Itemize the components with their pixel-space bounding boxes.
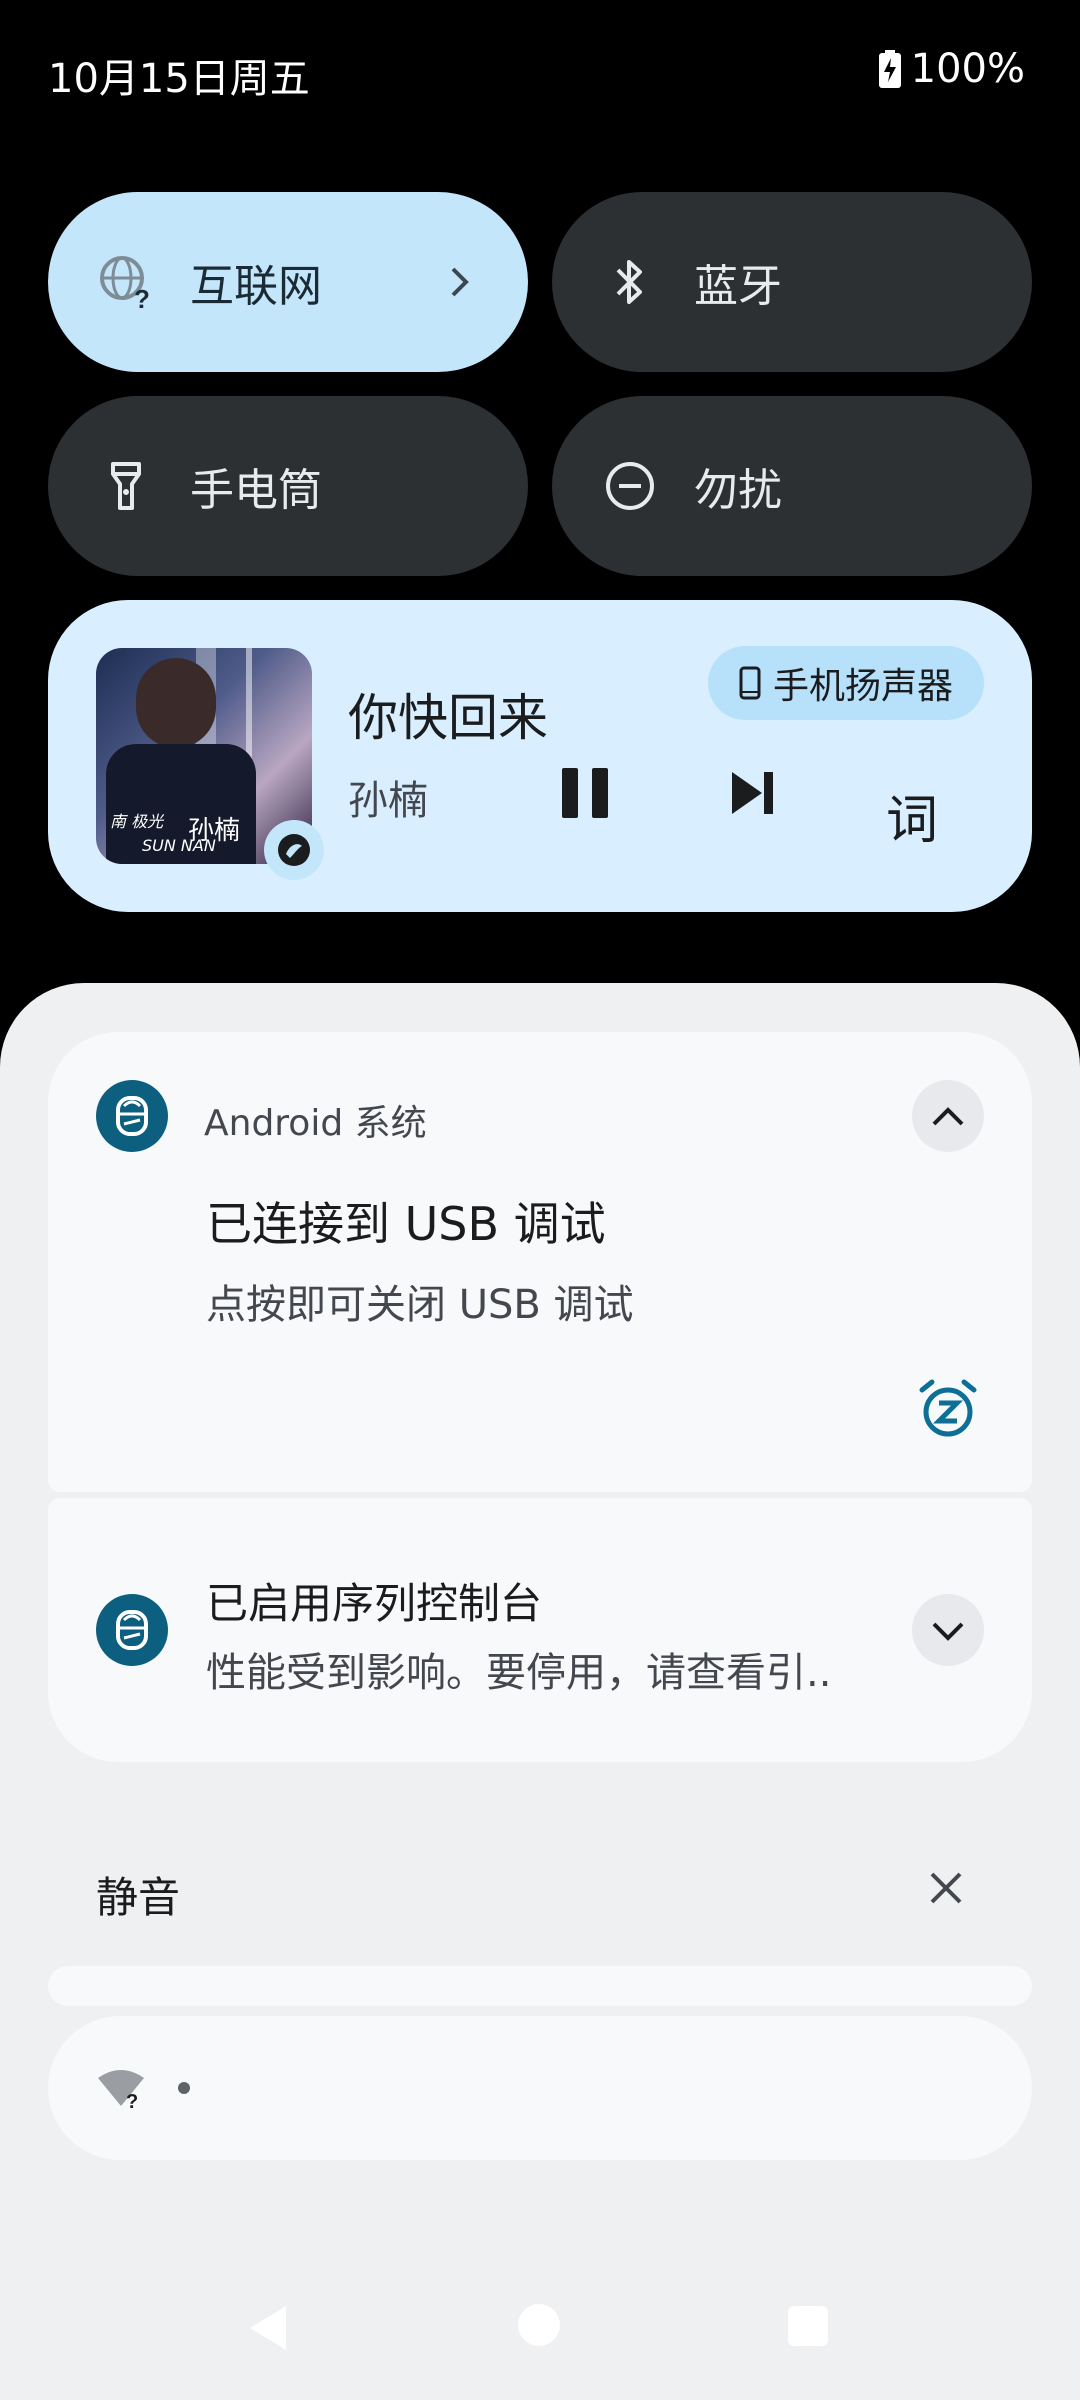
chevron-up-icon [932, 1107, 964, 1126]
wifi-question-icon: ? [98, 2070, 144, 2108]
tile-flashlight[interactable]: 手电筒 [48, 396, 528, 576]
snooze-button[interactable] [916, 1376, 980, 1444]
phone-icon [739, 666, 761, 700]
album-art-text2: SUN NAN [142, 836, 216, 855]
svg-text:?: ? [134, 284, 150, 310]
collapse-button[interactable] [912, 1080, 984, 1152]
notification-app-name: Android 系统 [204, 1103, 427, 1144]
output-device-label: 手机扬声器 [772, 666, 953, 707]
next-track-button[interactable] [718, 758, 788, 832]
notification-body: 点按即可关闭 USB 调试 [206, 1282, 634, 1328]
pause-icon [562, 768, 608, 818]
notification-title: 已启用序列控制台 [206, 1579, 543, 1628]
tile-bluetooth[interactable]: 蓝牙 [552, 192, 1032, 372]
chevron-down-icon [932, 1622, 964, 1641]
chevron-right-icon [451, 267, 469, 297]
status-date: 10月15日周五 [48, 56, 310, 102]
pause-button[interactable] [550, 758, 620, 832]
android-system-icon [96, 1594, 168, 1666]
song-title: 你快回来 [348, 689, 548, 747]
tile-internet[interactable]: ? 互联网 [48, 192, 528, 372]
music-app-icon [278, 834, 310, 866]
flashlight-icon [111, 462, 141, 510]
back-triangle-icon [250, 2306, 286, 2350]
silent-section-header: 静音 [96, 1873, 181, 1922]
nav-recents-button[interactable] [788, 2306, 828, 2346]
tile-label: 勿扰 [694, 465, 782, 516]
song-artist: 孙楠 [348, 778, 428, 824]
bluetooth-icon [616, 260, 642, 304]
silent-notification-stub[interactable] [48, 1966, 1032, 2006]
notification-body: 性能受到影响。要停用，请查看引.. [206, 1650, 832, 1696]
tile-label: 手电筒 [190, 465, 322, 516]
clear-silent-button[interactable] [920, 1862, 972, 1918]
music-app-badge [264, 820, 324, 880]
globe-question-icon: ? [100, 256, 150, 310]
nav-back-button[interactable] [244, 2302, 292, 2358]
svg-text:?: ? [126, 2091, 138, 2108]
battery-percent: 100% [910, 46, 1025, 92]
notification-serial-console[interactable]: 已启用序列控制台 性能受到影响。要停用，请查看引.. [48, 1498, 1032, 1762]
nav-home-button[interactable] [518, 2304, 560, 2346]
do-not-disturb-icon [606, 462, 654, 510]
notification-title: 已连接到 USB 调试 [206, 1197, 606, 1251]
snooze-alarm-icon [919, 1379, 977, 1437]
tile-label: 互联网 [190, 261, 322, 312]
lyrics-button[interactable]: 词 [886, 778, 938, 853]
media-player-card[interactable]: 南 极光 孙楠 SUN NAN 你快回来 孙楠 手机扬声器 词 [48, 600, 1032, 912]
tile-label: 蓝牙 [694, 261, 782, 312]
separator-dot [178, 2082, 190, 2094]
album-art-text3: 南 极光 [110, 812, 164, 831]
silent-notification-wifi[interactable]: ? [48, 2016, 1032, 2160]
notification-usb-debugging[interactable]: Android 系统 已连接到 USB 调试 点按即可关闭 USB 调试 [48, 1032, 1032, 1492]
android-system-icon [96, 1080, 168, 1152]
skip-next-icon [732, 772, 773, 814]
output-device-chip[interactable]: 手机扬声器 [708, 646, 984, 720]
tile-do-not-disturb[interactable]: 勿扰 [552, 396, 1032, 576]
expand-button[interactable] [912, 1594, 984, 1666]
battery-charging-icon [878, 50, 901, 88]
battery-indicator: 100% [878, 46, 1025, 92]
close-icon [930, 1872, 962, 1904]
